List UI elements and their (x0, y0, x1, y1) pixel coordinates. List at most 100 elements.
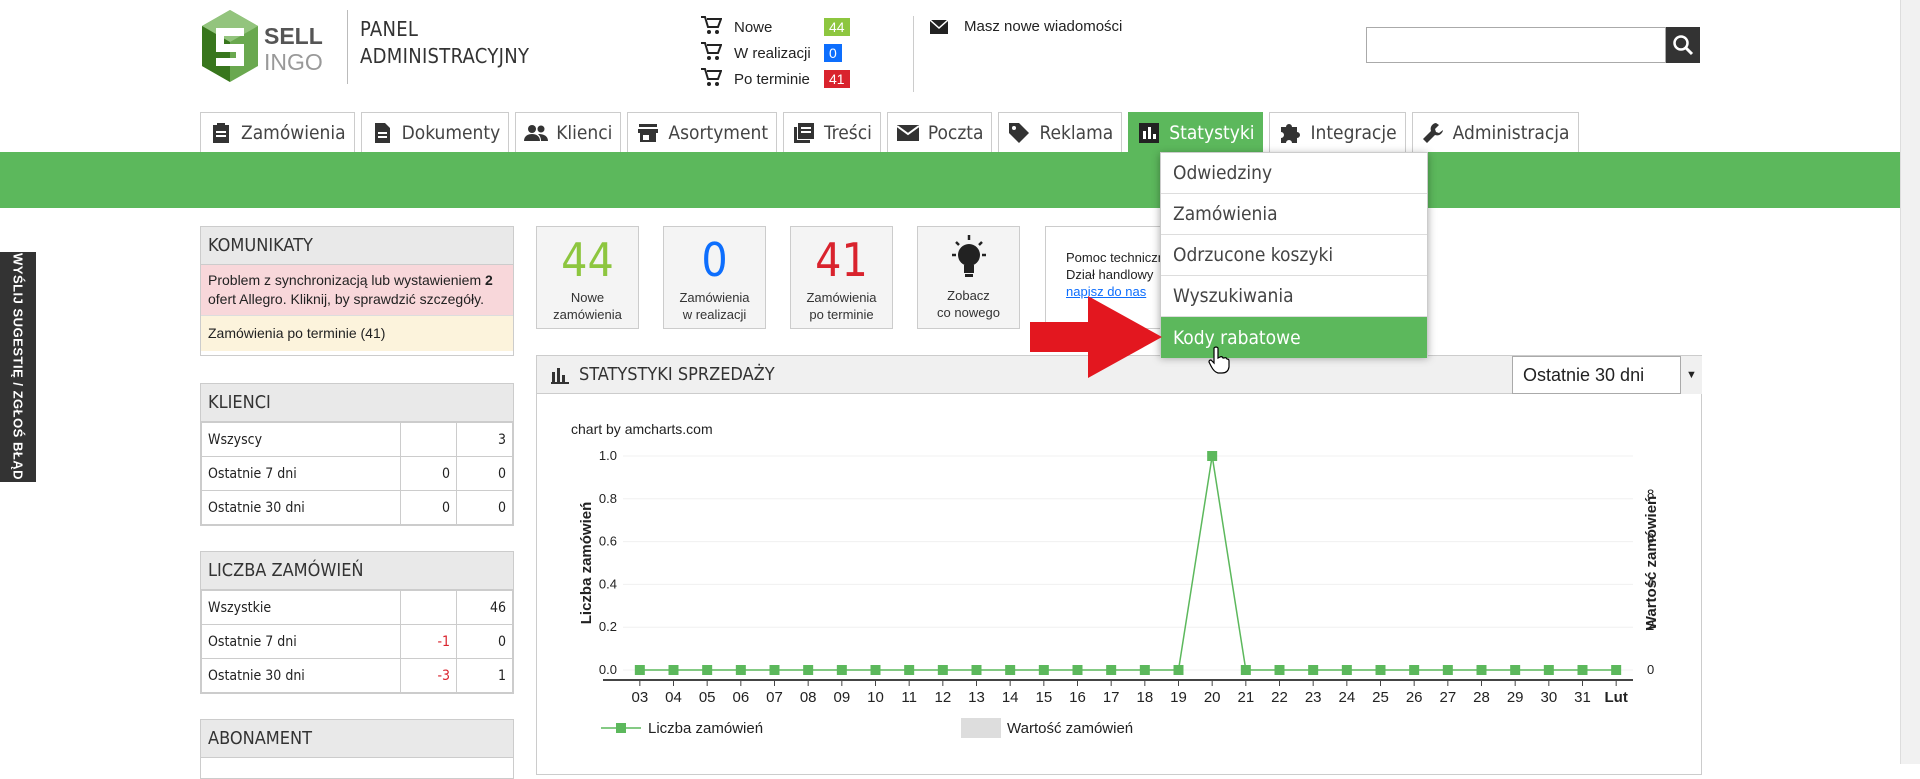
nav-item-zamowienia[interactable]: Zamówienia (200, 112, 355, 152)
row-change: -1 (400, 624, 457, 659)
tag-icon (1009, 122, 1030, 143)
row-change: -3 (400, 658, 457, 693)
dropdown-item-wyszukiwania[interactable]: Wyszukiwania (1161, 276, 1427, 317)
overdue-alert[interactable]: Zamówienia po terminie (41) (201, 316, 513, 351)
table-row: Ostatnie 30 dni 0 0 (201, 490, 513, 525)
tile-label: co nowego (937, 305, 1000, 320)
page-scrollbar[interactable] (1900, 0, 1920, 764)
x-tick-label: 10 (867, 689, 884, 706)
nav-item-label: Asortyment (668, 121, 769, 144)
allegro-alert[interactable]: Problem z synchronizacją lub wystawienie… (201, 265, 513, 316)
order-stat-new[interactable]: Nowe 44 (700, 14, 850, 40)
date-range-select[interactable]: Ostatnie 30 dni (1512, 356, 1702, 394)
klienci-panel: KLIENCI Wszyscy 3 Ostatnie 7 dni 0 0 Ostatn… (200, 383, 514, 526)
puzzle-icon (1281, 123, 1301, 143)
dropdown-item-odwiedziny[interactable]: Odwiedziny (1161, 153, 1427, 194)
panel-title-line2: ADMINISTRACYJNY (360, 44, 530, 68)
table-row: Wszyscy 3 (201, 422, 513, 457)
data-point (1543, 665, 1554, 675)
x-tick-label: 31 (1574, 689, 1591, 706)
tile-label: Zobacz (947, 288, 990, 303)
nav-item-integracje[interactable]: Integracje (1269, 112, 1406, 152)
order-stat-in-progress[interactable]: W realizacji 0 (700, 40, 850, 66)
main-nav: Zamówienia Dokumenty Klienci Asortyment … (200, 112, 1579, 152)
nav-item-label: Treści (824, 121, 872, 144)
row-change (400, 590, 457, 625)
table-row: Ostatnie 7 dni 0 0 (201, 456, 513, 491)
x-tick-label: 09 (833, 689, 850, 706)
sales-stats-panel: STATYSTYKI SPRZEDAŻY chart by amcharts.c… (536, 355, 1702, 775)
x-tick-label: 30 (1540, 689, 1557, 706)
dropdown-item-kody-rabatowe[interactable]: Kody rabatowe (1161, 317, 1427, 358)
tile-whats-new[interactable]: Zobacz co nowego (917, 226, 1020, 329)
legend-label: Wartość zamówień (1007, 720, 1133, 737)
nav-item-reklama[interactable]: Reklama (998, 112, 1123, 152)
tile-in-progress[interactable]: 0 Zamówienia w realizacji (663, 226, 766, 329)
people-icon (524, 124, 549, 141)
dropdown-item-zamowienia[interactable]: Zamówienia (1161, 194, 1427, 235)
dropdown-item-odrzucone-koszyki[interactable]: Odrzucone koszyki (1161, 235, 1427, 276)
data-point (1577, 665, 1588, 675)
nav-item-poczta[interactable]: Poczta (886, 112, 993, 152)
y-tick-label: 1.0 (599, 448, 617, 463)
x-tick-label: 23 (1305, 689, 1322, 706)
cart-icon (700, 41, 728, 65)
x-tick-label: 03 (631, 689, 648, 706)
panel-title: PANEL ADMINISTRACYJNY (360, 16, 529, 70)
tile-label: Zamówienia (806, 290, 877, 305)
nav-item-label: Klienci (556, 121, 613, 144)
x-tick-label: Lut (1605, 689, 1628, 706)
x-tick-label: 17 (1103, 689, 1120, 706)
nav-item-administracja[interactable]: Administracja (1411, 112, 1579, 152)
order-stat-overdue[interactable]: Po terminie 41 (700, 66, 850, 92)
row-change: 0 (400, 456, 457, 491)
feedback-tab[interactable]: WYŚLIJ SUGESTIĘ / ZGŁOŚ BŁĄD (0, 252, 36, 482)
search-input[interactable] (1366, 27, 1666, 63)
document-icon (374, 122, 390, 143)
row-label: Ostatnie 7 dni (201, 456, 401, 491)
tile-overdue[interactable]: 41 Zamówienia po terminie (790, 226, 893, 329)
y2-axis-label: Wartość zamówień (1643, 496, 1660, 630)
chevron-down-icon[interactable]: ▼ (1680, 356, 1702, 394)
header-divider (913, 16, 914, 92)
tile-label: Nowe (570, 290, 605, 305)
y-tick-label: 0.0 (599, 662, 617, 677)
x-tick-label: 12 (934, 689, 951, 706)
clipboard-icon (213, 122, 229, 143)
x-tick-label: 20 (1204, 689, 1221, 706)
search-button[interactable] (1666, 27, 1700, 63)
hand-cursor-icon (1208, 346, 1230, 374)
x-tick-label: 08 (800, 689, 817, 706)
data-point (769, 665, 780, 675)
table-row: Ostatnie 7 dni -1 0 (201, 624, 513, 659)
help-label: Pomoc techniczna (1066, 250, 1165, 265)
nav-item-statystyki[interactable]: Statystyki (1128, 112, 1264, 152)
order-stat-badge: 0 (824, 44, 842, 62)
x-tick-label: 16 (1069, 689, 1086, 706)
x-tick-label: 04 (665, 689, 682, 706)
logo-text-sell: SELL (264, 23, 323, 49)
bar-chart-icon (1139, 122, 1160, 143)
x-tick-label: 19 (1170, 689, 1187, 706)
tile-new-orders[interactable]: 44 Nowe zamówienia (536, 226, 639, 329)
liczba-zamowien-table: Wszystkie 46 Ostatnie 7 dni -1 0 Ostatnie 3… (201, 590, 513, 693)
nav-item-dokumenty[interactable]: Dokumenty (360, 112, 510, 152)
nav-item-klienci[interactable]: Klienci (515, 112, 622, 152)
nav-item-label: Reklama (1039, 121, 1114, 144)
x-tick-label: 27 (1439, 689, 1456, 706)
mail-icon (896, 124, 920, 141)
nav-item-asortyment[interactable]: Asortyment (627, 112, 778, 152)
data-point (1442, 665, 1453, 675)
table-row: Ostatnie 30 dni -3 1 (201, 658, 513, 693)
data-point (1308, 665, 1319, 675)
row-change (400, 422, 457, 457)
nav-item-tresci[interactable]: Treści (783, 112, 881, 152)
row-label: Ostatnie 7 dni (201, 624, 401, 659)
y-tick-label: 0.2 (599, 619, 617, 634)
row-value: 1 (456, 658, 513, 693)
data-point (702, 665, 713, 675)
abonament-title: ABONAMENT (201, 720, 513, 758)
messages-link[interactable]: Masz nowe wiadomości (930, 18, 1122, 35)
sales-chart: chart by amcharts.com 0.0 0.2 0.4 0.6 0.8 1.0 0… (571, 421, 1660, 738)
data-point (1173, 665, 1184, 675)
